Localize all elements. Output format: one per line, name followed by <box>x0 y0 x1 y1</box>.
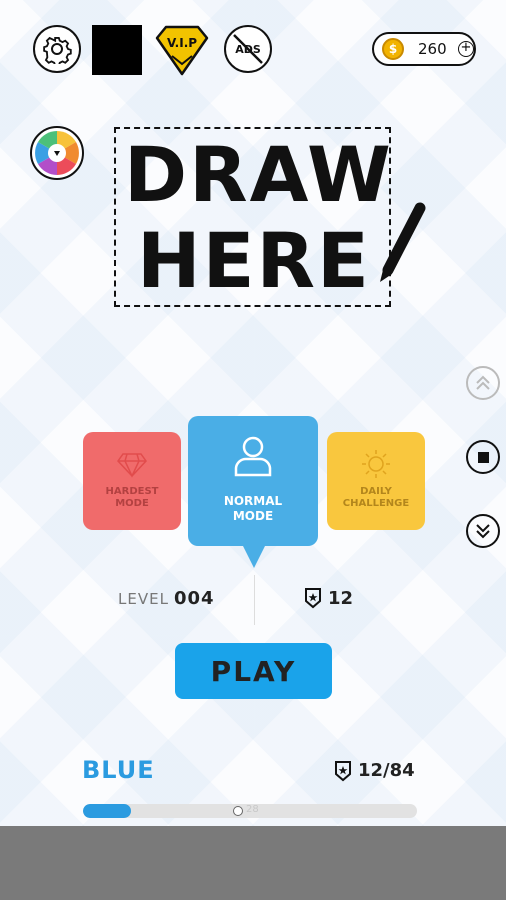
hardest-label-2: MODE <box>115 498 149 509</box>
scroll-up-button[interactable] <box>466 366 500 400</box>
double-chevron-up-icon <box>476 375 490 390</box>
daily-label-1: DAILY <box>360 486 392 497</box>
stop-icon <box>477 451 489 463</box>
vip-badge-icon <box>155 25 209 76</box>
normal-mode-button[interactable]: NORMAL MODE <box>188 416 318 546</box>
progress-count: 12/84 <box>358 760 415 781</box>
double-chevron-down-icon <box>476 524 490 539</box>
normal-label-1: NORMAL <box>223 494 283 508</box>
background <box>0 0 506 826</box>
remove-ads-button[interactable]: ADS <box>224 25 272 73</box>
level-label: LEVEL <box>118 590 169 608</box>
color-name: BLUE <box>82 756 155 784</box>
stars-count: 12 <box>328 588 354 609</box>
normal-label-2: MODE <box>232 509 274 523</box>
scroll-down-button[interactable] <box>466 514 500 548</box>
stats-divider <box>254 575 255 625</box>
placeholder-square <box>92 25 142 75</box>
stop-button[interactable] <box>466 440 500 474</box>
add-coins-icon[interactable]: + <box>458 41 474 57</box>
settings-button[interactable] <box>33 25 81 73</box>
no-ads-icon <box>233 34 263 64</box>
bottom-bar <box>0 826 506 900</box>
progress-star-shield-icon <box>335 761 351 782</box>
progress-fill <box>83 804 131 818</box>
sun-icon <box>362 450 390 478</box>
hardest-mode-button[interactable]: HARDEST MODE <box>83 432 181 530</box>
pencil-icon <box>380 202 426 282</box>
daily-challenge-button[interactable]: DAILY CHALLENGE <box>327 432 425 530</box>
draw-line-2: HERE <box>137 216 371 305</box>
play-button[interactable]: PLAY <box>175 643 332 699</box>
level-value: 004 <box>174 588 215 609</box>
progress-milestone-label: 28 <box>246 804 259 815</box>
selected-mode-pointer <box>242 544 266 568</box>
vip-button[interactable]: V.I.P <box>152 24 212 78</box>
diamond-icon <box>117 453 147 478</box>
draw-here-title: DRAW HERE <box>124 130 393 305</box>
color-picker-button[interactable] <box>30 126 84 180</box>
vip-label: V.I.P <box>166 36 198 50</box>
person-icon <box>234 436 272 477</box>
color-wheel-icon <box>35 131 79 175</box>
progress-milestone-marker <box>233 806 243 816</box>
coin-value: 260 <box>418 40 447 58</box>
coin-icon: $ <box>382 38 404 60</box>
daily-label-2: CHALLENGE <box>342 498 410 509</box>
gear-icon <box>43 36 72 64</box>
hardest-label-1: HARDEST <box>105 486 159 497</box>
draw-line-1: DRAW <box>124 130 393 219</box>
coin-counter[interactable]: $ 260 + <box>372 32 476 66</box>
star-shield-icon <box>305 588 321 609</box>
